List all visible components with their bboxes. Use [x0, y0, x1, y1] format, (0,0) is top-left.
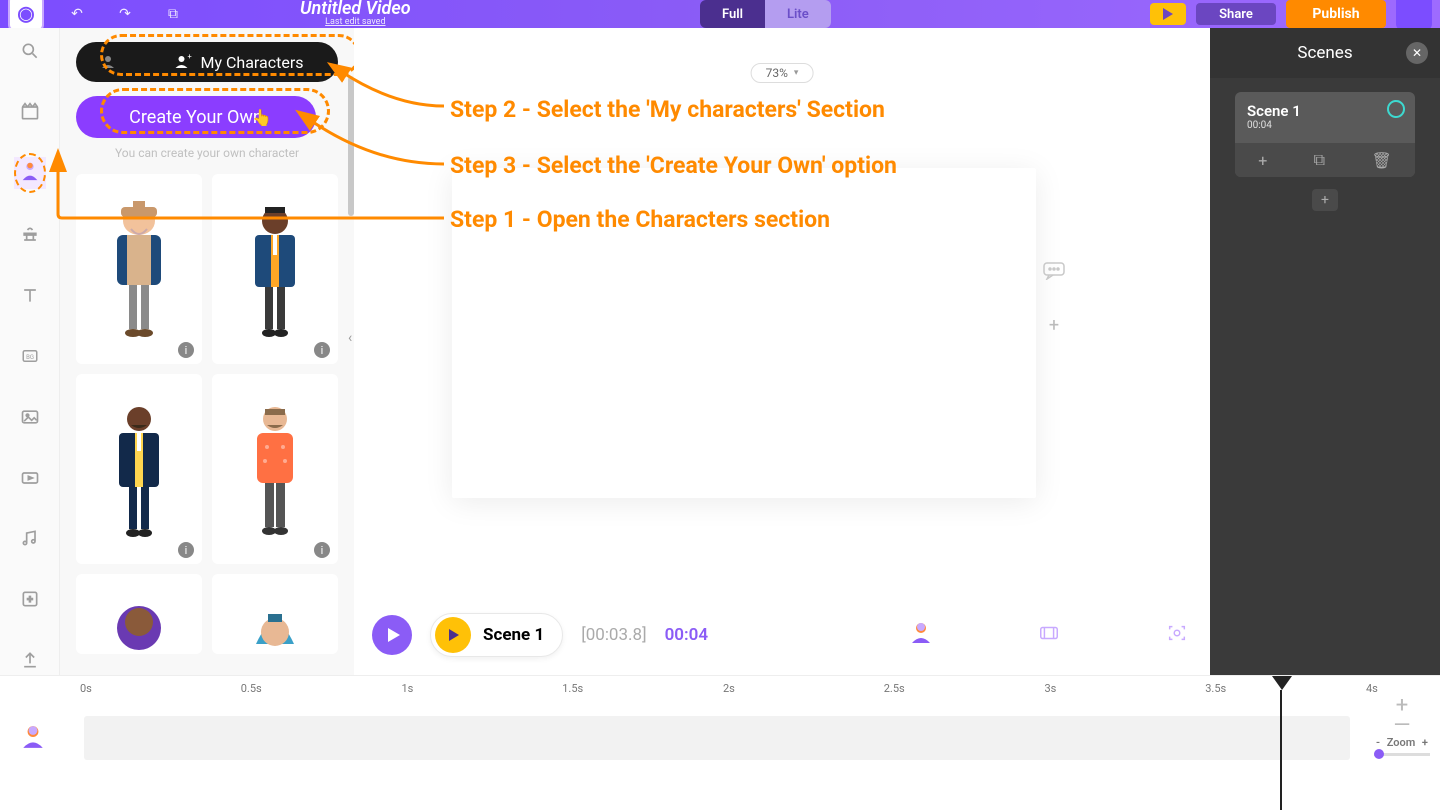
redo-icon[interactable]: ↷	[110, 0, 140, 29]
video-icon[interactable]	[14, 462, 46, 493]
camera-frame-icon[interactable]	[1162, 622, 1192, 649]
character-card[interactable]	[76, 574, 202, 654]
character-card[interactable]: i	[212, 174, 338, 364]
scenes-icon[interactable]	[14, 97, 46, 128]
zoom-dropdown[interactable]: 73%	[751, 63, 814, 83]
scene-duration: 00:04	[1247, 120, 1403, 131]
add-scene-icon[interactable]: +	[1258, 151, 1267, 170]
scenes-panel: Scenes ✕ Scene 1 00:04 + ⧉ 🗑 +	[1210, 28, 1440, 675]
svg-text:+: +	[27, 594, 33, 605]
scene-name-label: Scene 1	[483, 625, 544, 645]
delete-scene-icon[interactable]: 🗑	[1371, 151, 1391, 170]
character-tabs: + My Characters	[76, 42, 338, 82]
tab-all-characters[interactable]	[76, 42, 140, 82]
mode-full-button[interactable]: Full	[700, 0, 765, 28]
publish-button[interactable]: Publish	[1286, 0, 1386, 28]
playhead[interactable]	[1272, 676, 1290, 810]
background-icon[interactable]: BG	[14, 341, 46, 372]
svg-text:BG: BG	[26, 354, 34, 361]
new-scene-button[interactable]: +	[1312, 189, 1338, 211]
info-icon[interactable]: i	[178, 542, 194, 558]
timeline: 0s 0.5s 1s 1.5s 2s 2.5s 3s 3.5s 4s + — -…	[0, 675, 1440, 811]
scene-chip[interactable]: Scene 1	[430, 613, 563, 657]
elapsed-time: [00:03.8]	[581, 625, 646, 645]
preview-button[interactable]	[1150, 3, 1186, 25]
scene-name: Scene 1	[1247, 102, 1403, 120]
image-icon[interactable]	[14, 402, 46, 433]
editor-mode-toggle[interactable]: Full Lite	[700, 0, 831, 28]
scene-thumbnail[interactable]: Scene 1 00:04 + ⧉ 🗑	[1235, 92, 1415, 177]
playback-bar: Scene 1 [00:03.8] 00:04	[354, 605, 1210, 665]
collapse-panel-icon[interactable]: ‹	[348, 330, 352, 346]
timeline-character-icon[interactable]	[20, 724, 46, 754]
text-icon[interactable]	[14, 280, 46, 311]
characters-icon[interactable]	[14, 157, 46, 189]
tab-my-characters[interactable]: + My Characters	[140, 42, 338, 82]
character-track-icon[interactable]	[906, 621, 936, 650]
timeline-view-icon[interactable]	[1034, 622, 1064, 649]
character-card[interactable]: i	[212, 374, 338, 564]
upload-icon[interactable]	[14, 644, 46, 675]
tab-my-characters-label: My Characters	[200, 53, 303, 72]
info-icon[interactable]: i	[314, 342, 330, 358]
zoom-out-icon[interactable]: —	[1374, 716, 1430, 736]
mode-lite-button[interactable]: Lite	[765, 0, 831, 28]
create-your-own-button[interactable]: Create Your Own	[76, 96, 316, 138]
character-card[interactable]: i	[76, 174, 202, 364]
character-card[interactable]: i	[76, 374, 202, 564]
timeline-ruler[interactable]: 0s 0.5s 1s 1.5s 2s 2.5s 3s 3.5s 4s	[84, 682, 1370, 704]
svg-text:+: +	[188, 53, 192, 61]
search-icon[interactable]	[14, 36, 46, 67]
close-panel-icon[interactable]: ✕	[1406, 42, 1428, 64]
app-header: ◉ ↶ ↷ ⧉ Untitled Video Last edit saved F…	[0, 0, 1440, 28]
add-element-icon[interactable]: +	[1049, 315, 1059, 336]
character-card[interactable]	[212, 574, 338, 654]
timeline-zoom-control: + — - Zoom +	[1374, 696, 1430, 756]
user-avatar-icon[interactable]	[1396, 0, 1432, 30]
timeline-track[interactable]	[84, 716, 1350, 760]
annotation-step3: Step 3 - Select the 'Create Your Own' op…	[450, 152, 897, 179]
speech-bubble-icon[interactable]	[1043, 262, 1065, 285]
canvas-area: 73% + Step 2 - Select the 'My characters…	[354, 28, 1210, 675]
scenes-header: Scenes ✕	[1210, 28, 1440, 78]
special-icon[interactable]: +	[14, 584, 46, 615]
active-scene-indicator-icon	[1387, 100, 1405, 118]
left-toolbar: BG +	[0, 28, 60, 675]
total-duration: 00:04	[665, 625, 708, 645]
copy-icon[interactable]: ⧉	[158, 0, 188, 29]
info-icon[interactable]: i	[314, 542, 330, 558]
project-title-block: Untitled Video Last edit saved	[300, 0, 411, 27]
play-all-button[interactable]	[372, 615, 412, 655]
app-logo[interactable]: ◉	[8, 0, 44, 31]
create-hint-text: You can create your own character	[76, 146, 338, 160]
character-grid: i i	[76, 174, 338, 654]
duplicate-scene-icon[interactable]: ⧉	[1314, 150, 1325, 170]
play-scene-button[interactable]	[435, 617, 471, 653]
share-button[interactable]: Share	[1196, 3, 1276, 25]
info-icon[interactable]: i	[178, 342, 194, 358]
audio-icon[interactable]	[14, 523, 46, 554]
undo-icon[interactable]: ↶	[62, 0, 92, 29]
annotation-step2: Step 2 - Select the 'My characters' Sect…	[450, 96, 885, 123]
zoom-slider[interactable]	[1374, 753, 1430, 756]
save-status: Last edit saved	[300, 17, 411, 27]
library-panel: + My Characters Create Your Own You can …	[60, 28, 354, 675]
annotation-step1: Step 1 - Open the Characters section	[450, 206, 830, 233]
props-icon[interactable]	[14, 219, 46, 250]
